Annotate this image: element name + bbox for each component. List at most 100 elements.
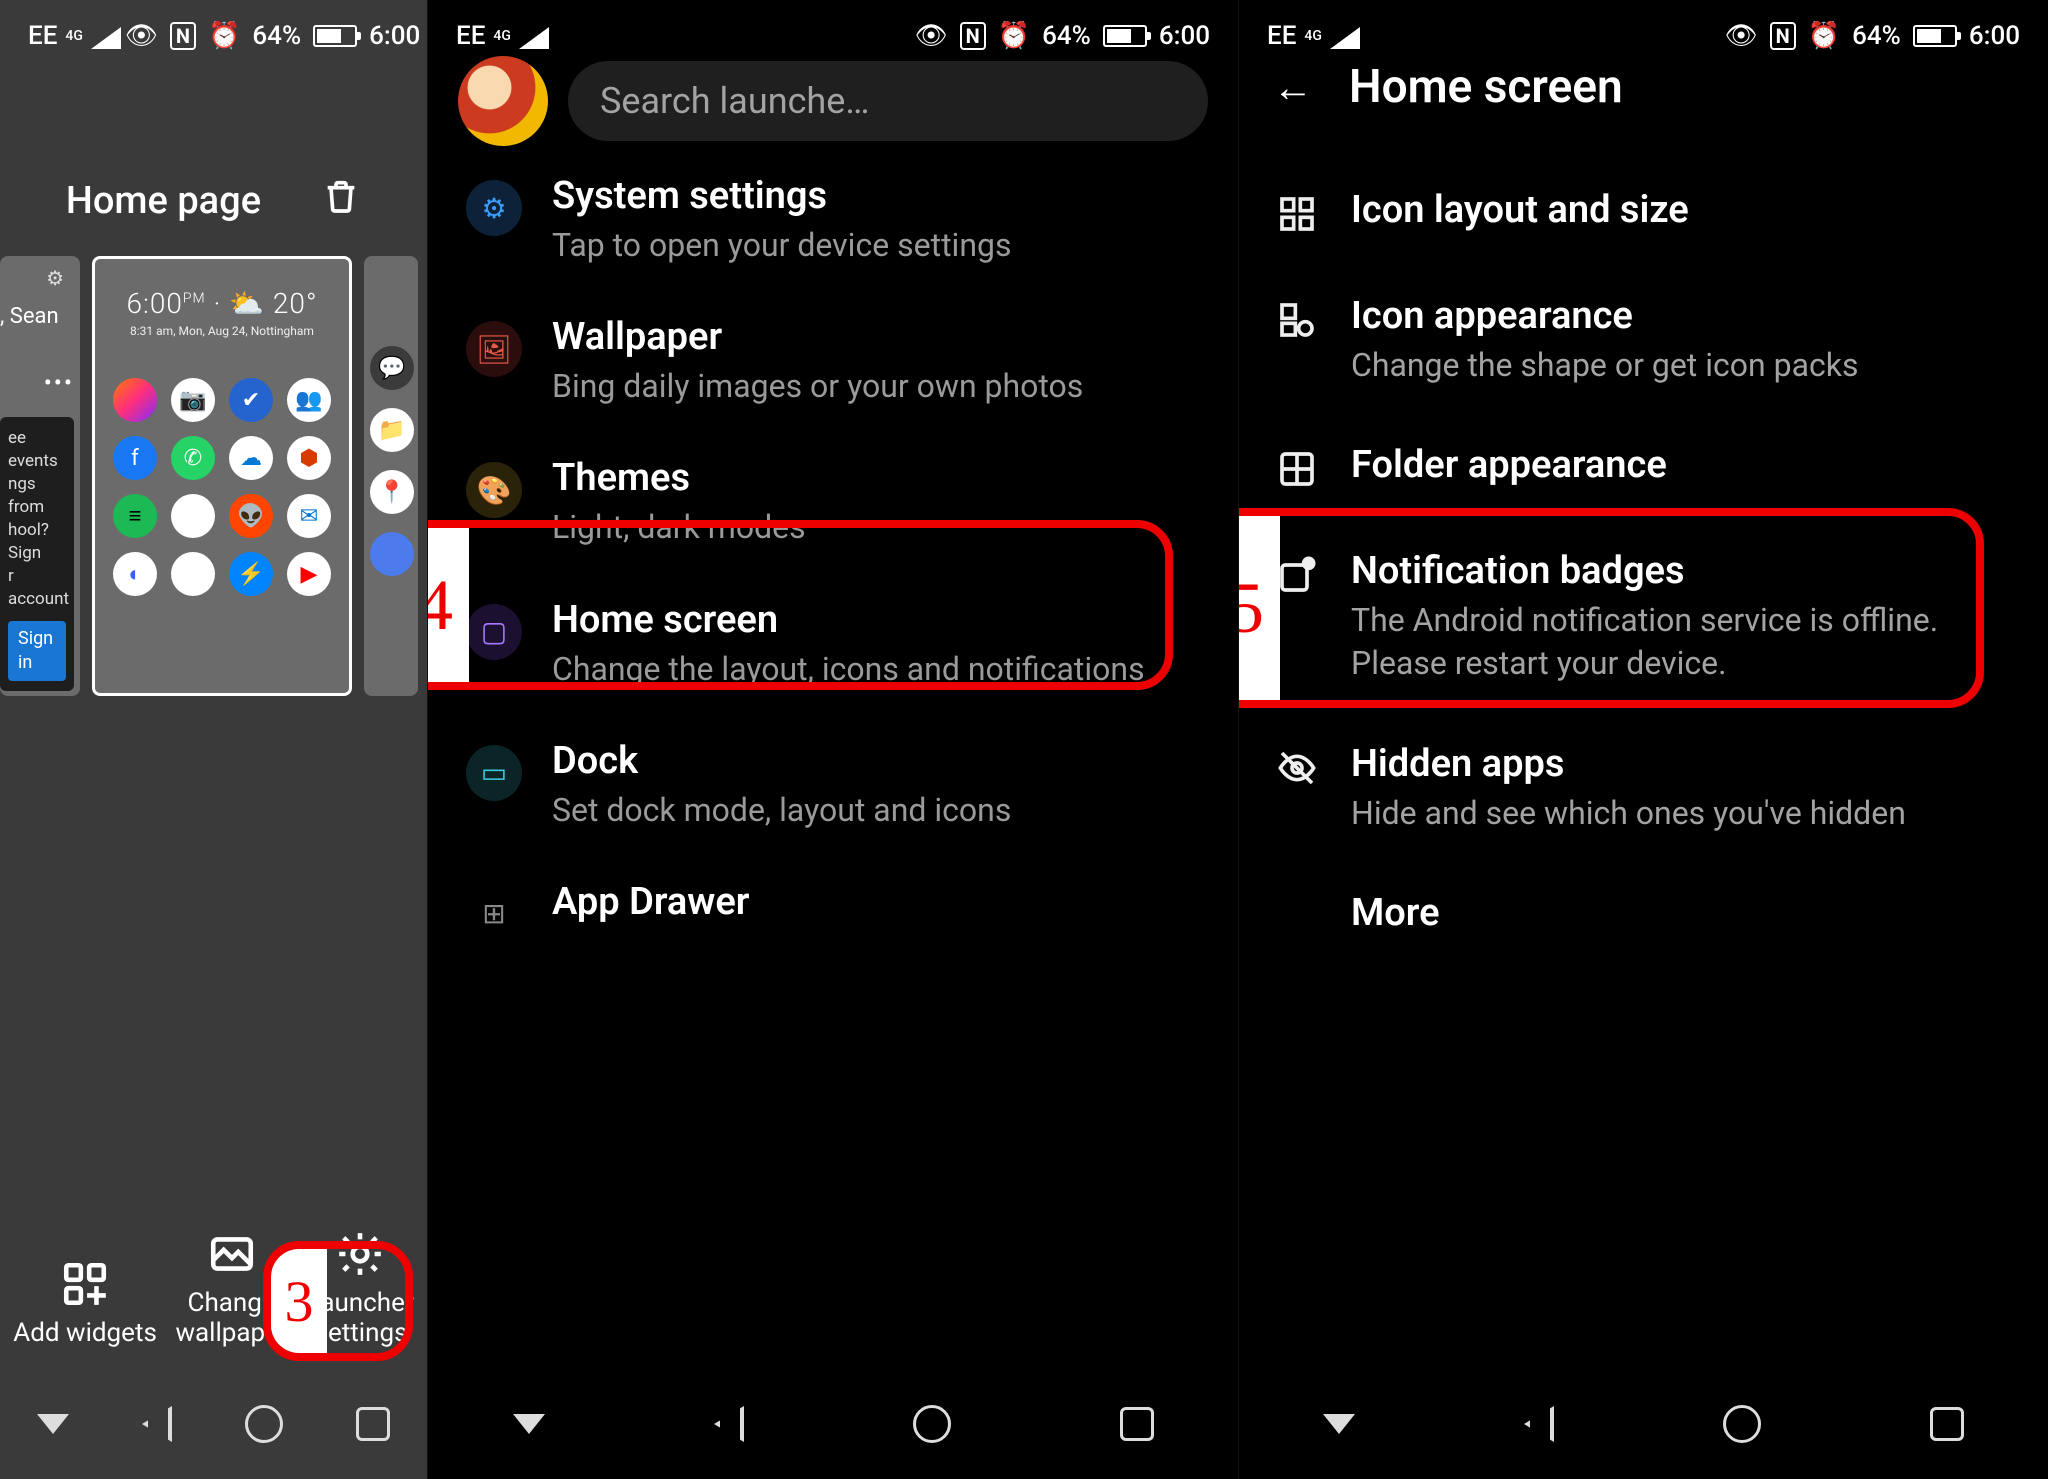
app-icon[interactable]: 💬 xyxy=(370,346,414,390)
change-wallpaper-button[interactable]: Change wallpaper xyxy=(175,1229,287,1349)
nav-home-icon[interactable] xyxy=(1723,1405,1761,1443)
item-icon-appearance[interactable]: Icon appearanceChange the shape or get i… xyxy=(1239,266,2048,415)
battery-pct: 64% xyxy=(1042,21,1091,51)
app-icon[interactable]: ✆ xyxy=(171,436,215,480)
eye-icon: 👁 xyxy=(1725,21,1758,51)
more-icon[interactable]: ••• xyxy=(0,369,74,397)
app-icon[interactable]: ✔ xyxy=(229,378,273,422)
greeting-text: , Sean xyxy=(0,304,74,329)
page-preview-right[interactable]: 💬 📁 📍 xyxy=(364,256,418,696)
app-icon[interactable]: 📷 xyxy=(171,378,215,422)
app-icon[interactable]: 👽 xyxy=(229,494,273,538)
feed-card[interactable]: ee events ngs from hool? Sign r account … xyxy=(0,417,74,691)
settings-item-homescreen[interactable]: ▢ Home screenChange the layout, icons an… xyxy=(428,574,1238,715)
app-icon[interactable]: ▶ xyxy=(171,552,215,596)
eye-icon: 👁 xyxy=(915,21,948,51)
settings-item-appdrawer[interactable]: ⊞ App Drawer xyxy=(428,856,1238,966)
settings-item-dock[interactable]: ▭ DockSet dock mode, layout and icons xyxy=(428,715,1238,856)
nav-back-icon[interactable] xyxy=(714,1406,744,1442)
settings-item-wallpaper[interactable]: 🖼 WallpaperBing daily images or your own… xyxy=(428,291,1238,432)
screen-home-screen-settings: EE 4G 👁 N ⏰ 64% 6:00 ← Home screen Icon … xyxy=(1238,0,2048,1479)
item-hidden-apps[interactable]: Hidden appsHide and see which ones you'v… xyxy=(1239,714,2048,863)
item-notification-badges[interactable]: Notification badges The Android notificat… xyxy=(1239,521,2048,713)
signal-icon xyxy=(91,23,125,49)
app-icon[interactable]: ⁂ xyxy=(171,494,215,538)
dock-icon: ▭ xyxy=(466,745,522,801)
nav-recent-icon[interactable] xyxy=(1120,1407,1154,1441)
settings-item-themes[interactable]: 🎨 ThemesLight, dark modes xyxy=(428,432,1238,573)
alarm-icon: ⏰ xyxy=(998,21,1030,51)
nav-back-icon[interactable] xyxy=(142,1406,172,1442)
android-navbar xyxy=(428,1369,1238,1479)
battery-icon xyxy=(1103,25,1147,47)
app-icon[interactable]: 📍 xyxy=(370,470,414,514)
android-navbar xyxy=(0,1369,427,1479)
app-icon[interactable] xyxy=(370,532,414,576)
app-icon[interactable]: ⬢ xyxy=(287,436,331,480)
nav-recent-icon[interactable] xyxy=(356,1407,390,1441)
app-icon[interactable]: ✉ xyxy=(287,494,331,538)
signin-button[interactable]: Sign in xyxy=(8,621,66,682)
clock-time: 6:00 xyxy=(1159,21,1210,51)
app-grid: 📷 ✔ 👥 f ✆ ☁ ⬢ ≡ ⁂ 👽 ✉ ◐ ▶ ⚡ ▶ xyxy=(95,338,349,596)
signal-icon xyxy=(519,23,553,49)
item-sub: The Android notification service is offl… xyxy=(1351,599,2010,685)
page-preview-current[interactable]: 6:00PM · ⛅ 20° 8:31 am, Mon, Aug 24, Not… xyxy=(92,256,352,696)
item-folder-appearance[interactable]: Folder appearance xyxy=(1239,415,2048,521)
launcher-settings-button[interactable]: Launcher Settings xyxy=(306,1229,413,1349)
app-icon[interactable]: ◐ xyxy=(113,552,157,596)
add-widgets-label: Add widgets xyxy=(13,1319,157,1349)
nav-home-icon[interactable] xyxy=(913,1405,951,1443)
item-title: Icon layout and size xyxy=(1351,188,2010,232)
item-icon-layout[interactable]: Icon layout and size xyxy=(1239,160,2048,266)
clock-widget[interactable]: 6:00PM · ⛅ 20° xyxy=(95,287,349,320)
nav-collapse-icon[interactable] xyxy=(1323,1414,1355,1434)
nav-back-icon[interactable] xyxy=(1524,1406,1554,1442)
app-icon[interactable]: ≡ xyxy=(113,494,157,538)
battery-pct: 64% xyxy=(252,21,301,51)
battery-icon xyxy=(1913,25,1957,47)
search-input[interactable]: Search launche… xyxy=(568,61,1208,141)
page-preview-left[interactable]: ⚙ , Sean ••• ee events ngs from hool? Si… xyxy=(0,256,80,696)
screen-title: Home screen xyxy=(1349,60,1623,114)
carrier-label: EE xyxy=(456,21,485,51)
settings-item-system[interactable]: ⚙ System settingsTap to open your device… xyxy=(428,150,1238,291)
add-widgets-button[interactable]: Add widgets xyxy=(13,1259,157,1349)
network-type: 4G xyxy=(65,28,83,44)
grid-icon xyxy=(1277,194,1317,234)
app-icon[interactable]: ☁ xyxy=(229,436,273,480)
status-bar: EE 4G 👁 N ⏰ 64% 6:00 xyxy=(0,0,427,72)
app-icon[interactable]: f xyxy=(113,436,157,480)
app-icon[interactable]: 👥 xyxy=(287,378,331,422)
grid-icon: ⊞ xyxy=(466,886,522,942)
screen-launcher-settings: EE 4G 👁 N ⏰ 64% 6:00 Search launche… ⚙ xyxy=(427,0,1238,1479)
gear-icon[interactable]: ⚙ xyxy=(46,266,64,290)
page-carousel[interactable]: ⚙ , Sean ••• ee events ngs from hool? Si… xyxy=(0,256,427,696)
delete-page-button[interactable] xyxy=(321,176,361,226)
clock-time: 6:00 xyxy=(369,21,420,51)
app-icon[interactable] xyxy=(113,378,157,422)
network-type: 4G xyxy=(1304,28,1322,44)
folder-icon xyxy=(1277,449,1317,489)
item-title: System settings xyxy=(552,174,1204,218)
nav-recent-icon[interactable] xyxy=(1930,1407,1964,1441)
app-icon[interactable]: ▶ xyxy=(287,552,331,596)
back-button[interactable]: ← xyxy=(1273,64,1313,111)
avatar[interactable] xyxy=(458,56,548,146)
clock-time: 6:00 xyxy=(1969,21,2020,51)
app-icon[interactable]: ⚡ xyxy=(229,552,273,596)
nav-home-icon[interactable] xyxy=(245,1405,283,1443)
search-placeholder: Search launche… xyxy=(600,80,869,122)
nav-collapse-icon[interactable] xyxy=(37,1414,69,1434)
item-title: Notification badges xyxy=(1351,549,2010,593)
nav-collapse-icon[interactable] xyxy=(513,1414,545,1434)
item-more[interactable]: More xyxy=(1239,863,2048,969)
palette-icon: 🎨 xyxy=(466,462,522,518)
shapes-icon xyxy=(1277,300,1317,340)
phone-icon: ▢ xyxy=(466,604,522,660)
badge-icon xyxy=(1277,555,1317,595)
item-title: More xyxy=(1351,891,2010,935)
item-title: Home screen xyxy=(552,598,1204,642)
app-icon[interactable]: 📁 xyxy=(370,408,414,452)
image-icon: 🖼 xyxy=(466,321,522,377)
